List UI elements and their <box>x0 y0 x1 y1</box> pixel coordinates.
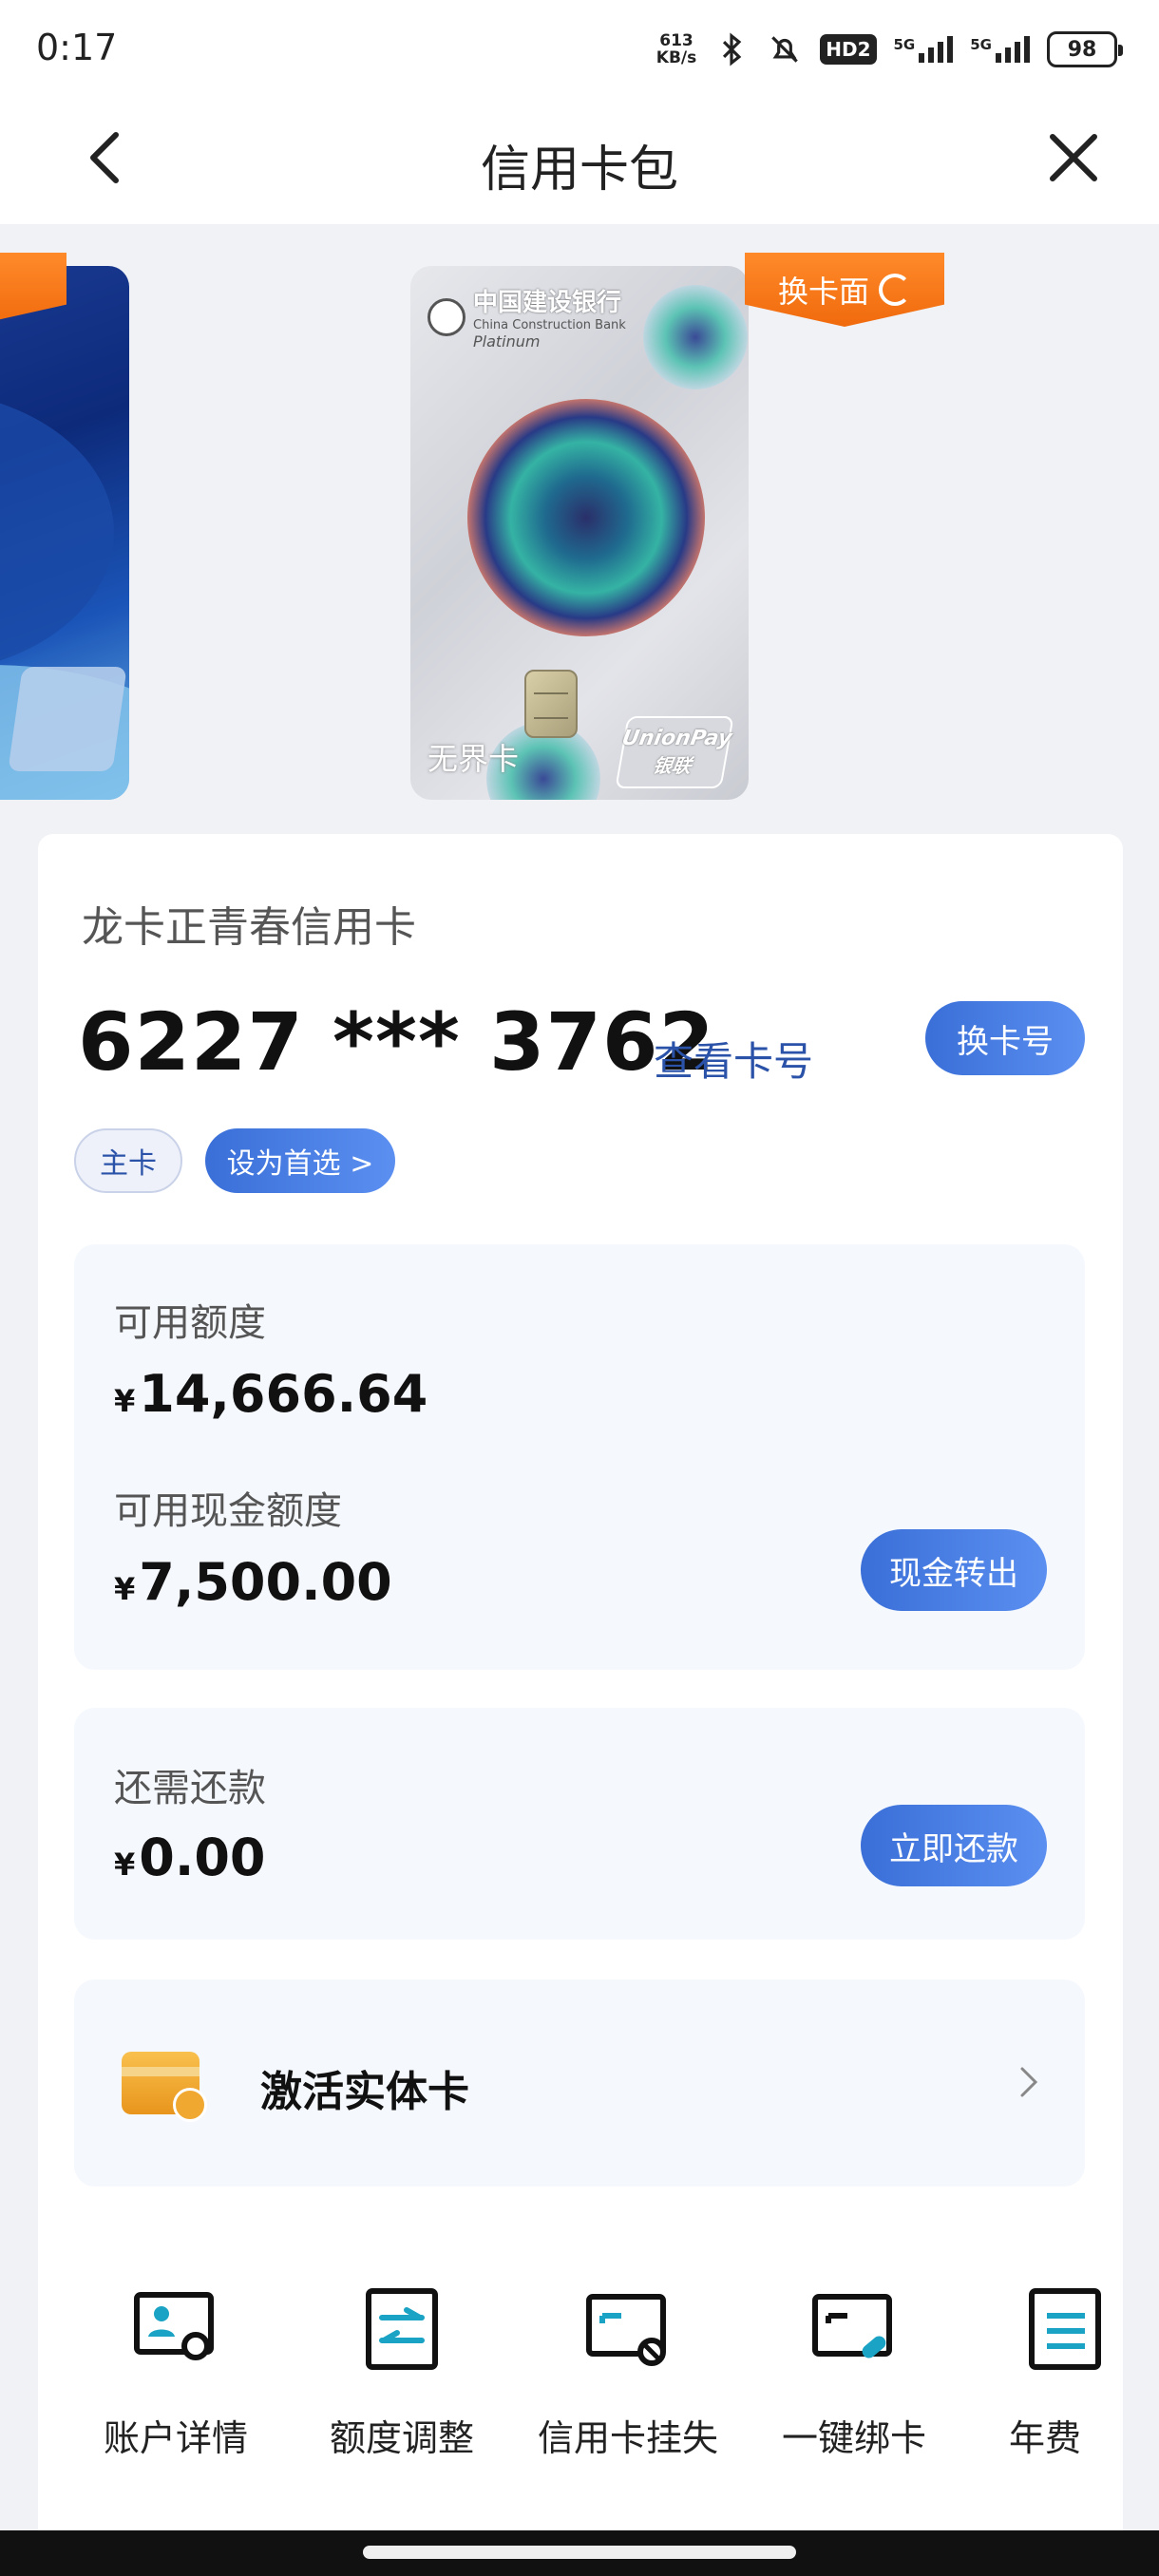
card-number: 6227 *** 3762 <box>78 995 715 1089</box>
set-preferred-button[interactable]: 设为首选 > <box>205 1128 395 1193</box>
net-speed: 613 KB/s <box>656 31 697 67</box>
card-face-previous[interactable] <box>0 266 129 800</box>
repayment-box: 还需还款 ¥0.00 立即还款 <box>74 1708 1085 1940</box>
available-limit-label: 可用额度 <box>114 1301 266 1345</box>
account-details-icon <box>134 2292 214 2360</box>
shortcut-grid: 账户详情 额度调整 信用卡挂失 一键绑卡 年费 <box>38 2287 1123 2477</box>
annual-fee-icon <box>1029 2288 1101 2370</box>
cash-limit-amount: ¥7,500.00 <box>114 1552 392 1612</box>
shortcut-limit-adjust[interactable]: 额度调整 <box>302 2287 502 2477</box>
card-check-icon <box>122 2052 207 2122</box>
bind-card-icon <box>812 2294 892 2358</box>
unionpay-logo: UnionPay 银联 <box>615 716 734 788</box>
cash-limit-label: 可用现金额度 <box>114 1489 342 1533</box>
home-indicator[interactable] <box>363 2546 796 2559</box>
limit-adjust-icon <box>366 2288 438 2370</box>
status-icons: 613 KB/s HD2 5G 5G 98 <box>656 27 1123 72</box>
hd-badge: HD2 <box>820 34 877 65</box>
shortcut-account-details[interactable]: 账户详情 <box>76 2287 276 2477</box>
cash-transfer-button[interactable]: 现金转出 <box>861 1529 1047 1611</box>
report-loss-icon <box>586 2294 666 2366</box>
chevron-right-icon <box>1020 2067 1038 2097</box>
refresh-icon <box>879 274 911 306</box>
battery-indicator: 98 <box>1047 31 1123 67</box>
change-card-face-button[interactable]: 换卡面 <box>745 253 944 327</box>
card-carousel[interactable]: 面 中国建设银行 China Construction Bank Platinu… <box>0 224 1159 832</box>
switch-card-number-button[interactable]: 换卡号 <box>925 1001 1085 1075</box>
card-face-current[interactable]: 中国建设银行 China Construction Bank Platinum … <box>410 266 749 800</box>
status-time: 0:17 <box>36 27 118 68</box>
page-title: 信用卡包 <box>480 142 678 199</box>
close-button[interactable] <box>1036 120 1112 196</box>
repayment-due-amount: ¥0.00 <box>114 1828 266 1887</box>
card-product-label: 无界卡 <box>428 741 520 777</box>
refresh-icon <box>0 274 3 306</box>
activate-card-label: 激活实体卡 <box>260 2068 469 2116</box>
unionpay-logo <box>8 667 127 771</box>
primary-card-tag: 主卡 <box>74 1128 182 1193</box>
signal-5g-1: 5G <box>894 36 954 63</box>
navigation-bar: 信用卡包 <box>0 95 1159 224</box>
shortcut-annual-fee[interactable]: 年费 <box>980 2287 1123 2477</box>
shortcut-report-loss[interactable]: 信用卡挂失 <box>528 2287 728 2477</box>
view-card-number-link[interactable]: 查看卡号 <box>654 1030 813 1088</box>
ccb-emblem-icon <box>428 297 466 336</box>
close-icon <box>1050 134 1097 181</box>
card-name: 龙卡正青春信用卡 <box>82 903 416 952</box>
status-bar: 0:17 613 KB/s HD2 5G 5G 98 <box>0 0 1159 95</box>
signal-5g-2: 5G <box>970 36 1030 63</box>
bluetooth-icon <box>723 32 742 66</box>
repayment-due-label: 还需还款 <box>114 1767 266 1810</box>
gesture-bar <box>0 2530 1159 2576</box>
repay-now-button[interactable]: 立即还款 <box>861 1805 1047 1886</box>
activate-card-row[interactable]: 激活实体卡 <box>74 1979 1085 2187</box>
mute-icon <box>771 36 799 63</box>
available-limit-amount: ¥14,666.64 <box>114 1364 428 1424</box>
bank-logo: 中国建设银行 China Construction Bank Platinum <box>428 283 626 350</box>
card-detail-panel: 龙卡正青春信用卡 6227 *** 3762 查看卡号 换卡号 主卡 设为首选 … <box>38 834 1123 2576</box>
card-chip <box>524 670 578 738</box>
shortcut-bind-card[interactable]: 一键绑卡 <box>754 2287 954 2477</box>
credit-limits-box: 可用额度 ¥14,666.64 可用现金额度 ¥7,500.00 现金转出 <box>74 1244 1085 1670</box>
